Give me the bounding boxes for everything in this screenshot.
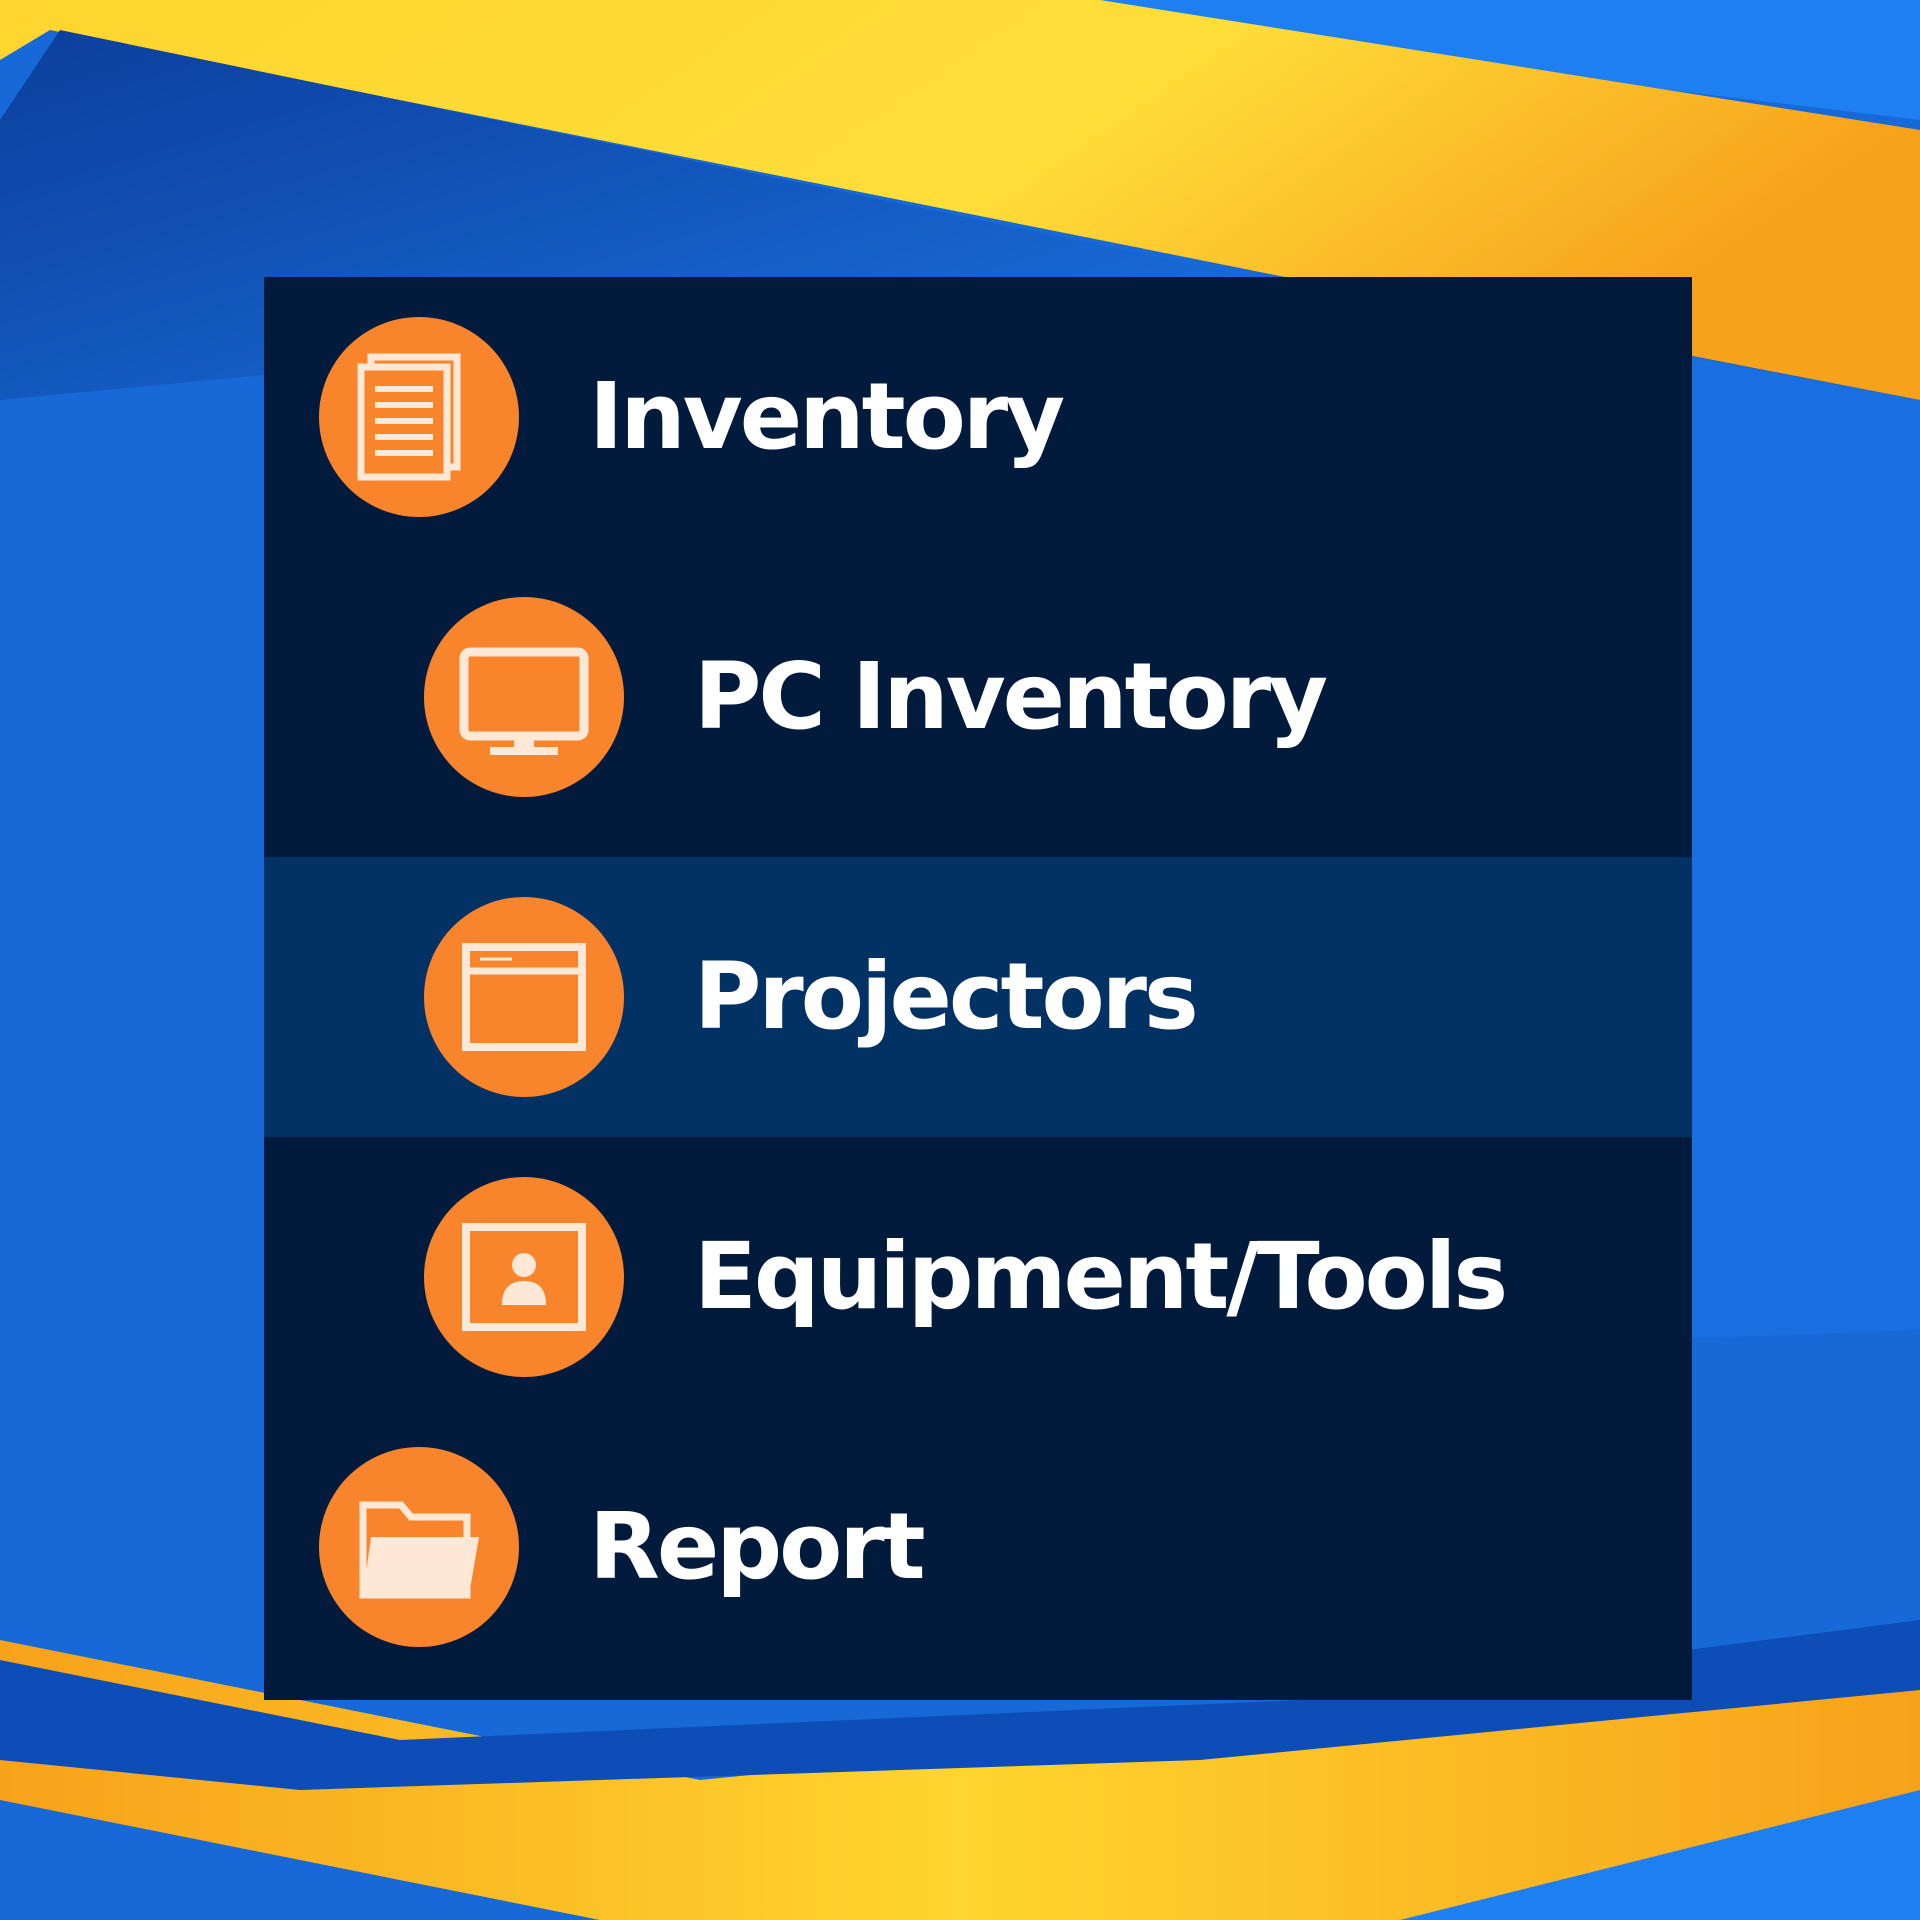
desktop-background: Inventory PC Inventory Projectors Equipm… <box>0 0 1920 1920</box>
user-card-icon <box>424 1177 624 1377</box>
menu-item-label: Projectors <box>694 943 1199 1050</box>
menu-item-report[interactable]: Report <box>264 1407 1692 1687</box>
monitor-icon <box>424 597 624 797</box>
menu-item-label: Report <box>589 1493 926 1600</box>
menu-item-pc-inventory[interactable]: PC Inventory <box>264 557 1692 837</box>
menu-item-label: Inventory <box>589 363 1065 470</box>
navigation-menu: Inventory PC Inventory Projectors Equipm… <box>264 277 1692 1700</box>
menu-item-label: Equipment/Tools <box>694 1223 1508 1330</box>
window-icon <box>424 897 624 1097</box>
menu-item-equipment-tools[interactable]: Equipment/Tools <box>264 1137 1692 1417</box>
menu-item-label: PC Inventory <box>694 643 1328 750</box>
document-icon <box>319 317 519 517</box>
menu-item-projectors[interactable]: Projectors <box>264 857 1692 1137</box>
folder-icon <box>319 1447 519 1647</box>
menu-item-inventory[interactable]: Inventory <box>264 277 1692 557</box>
